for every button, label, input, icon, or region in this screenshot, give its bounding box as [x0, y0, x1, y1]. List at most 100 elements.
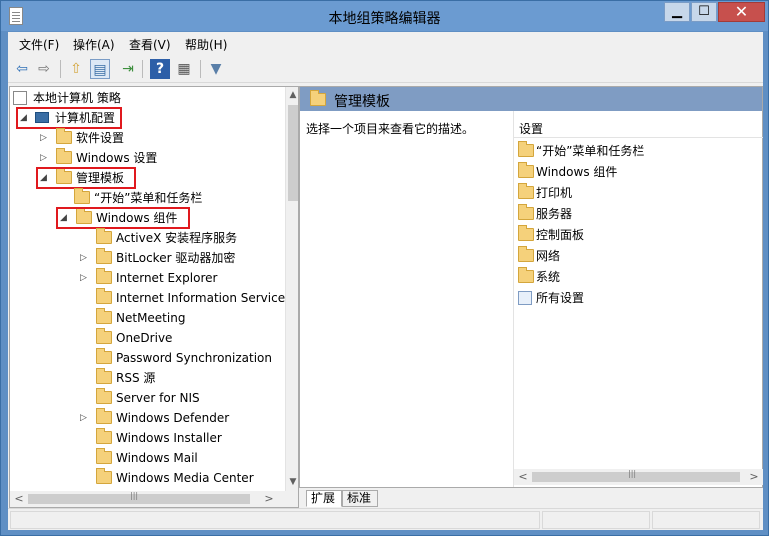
window-title: 本地组策略编辑器	[328, 11, 441, 27]
folder-icon	[518, 204, 534, 220]
main-content: 本地计算机 策略 ◢ 计算机配置 ▷ 软件设置 ▷ Windows 设置 ◢ 管…	[8, 83, 763, 508]
filter-icon[interactable]: ▼	[206, 59, 226, 79]
folder-icon	[74, 188, 90, 204]
tree-item[interactable]: Windows Mail	[78, 448, 288, 468]
folder-icon	[96, 348, 112, 364]
close-button[interactable]: ✕	[718, 2, 765, 22]
list-item[interactable]: 所有设置	[514, 288, 754, 308]
tree-item-software-settings[interactable]: ▷ 软件设置	[38, 128, 268, 148]
tree-item[interactable]: OneDrive	[78, 328, 288, 348]
expand-icon[interactable]: ▷	[80, 408, 90, 428]
tree-vertical-scrollbar[interactable]: ▲ ▼	[285, 87, 298, 491]
tree-item[interactable]: ▷ Internet Explorer	[78, 268, 288, 288]
tree-item-label: Server for NIS	[116, 391, 200, 405]
tree-item-root[interactable]: 本地计算机 策略	[13, 88, 273, 108]
folder-icon	[518, 246, 534, 262]
list-item[interactable]: “开始”菜单和任务栏	[514, 141, 754, 161]
back-arrow-icon[interactable]: ⇦	[12, 59, 32, 79]
menu-help[interactable]: 帮助(H)	[185, 36, 227, 53]
folder-icon	[56, 148, 72, 164]
scroll-thumb[interactable]	[288, 105, 298, 201]
tree-item[interactable]: Windows Media Center	[78, 468, 288, 488]
scroll-thumb[interactable]: |||	[532, 469, 740, 482]
list-item[interactable]: 打印机	[514, 183, 754, 203]
scroll-left-icon[interactable]: <	[12, 492, 26, 505]
help-icon[interactable]: ?	[150, 59, 170, 79]
tab-extended[interactable]: 扩展	[306, 490, 342, 507]
menu-action[interactable]: 操作(A)	[73, 36, 115, 53]
list-item-label: Windows 组件	[536, 165, 618, 179]
up-folder-icon[interactable]: ⇧	[66, 59, 86, 79]
list-item-label: 打印机	[536, 186, 573, 200]
expand-icon[interactable]: ▷	[40, 148, 50, 168]
highlight-box-admin-templates	[36, 167, 136, 189]
toolbar-separator	[60, 60, 61, 78]
folder-icon	[518, 162, 534, 178]
title-bar[interactable]: 本地组策略编辑器 ▁ ☐ ✕	[1, 1, 768, 31]
tree-item-label: Windows Defender	[116, 411, 230, 425]
scroll-right-icon[interactable]: >	[747, 470, 761, 483]
status-cell	[542, 511, 650, 529]
tree-item[interactable]: Password Synchronization	[78, 348, 288, 368]
tree-item[interactable]: ▷ Windows Defender	[78, 408, 288, 428]
status-bar	[8, 508, 763, 530]
folder-icon	[96, 308, 112, 324]
tree-item-label: Internet Explorer	[116, 271, 218, 285]
app-window: 本地组策略编辑器 ▁ ☐ ✕ 文件(F) 操作(A) 查看(V) 帮助(H) ⇦…	[0, 0, 769, 536]
tree-item[interactable]: Internet Information Services	[78, 288, 291, 308]
settings-icon	[518, 291, 532, 305]
column-header-settings[interactable]: 设置	[514, 117, 763, 138]
toolbar-separator	[200, 60, 201, 78]
list-item[interactable]: 控制面板	[514, 225, 754, 245]
list-item[interactable]: 系统	[514, 267, 754, 287]
folder-icon	[96, 288, 112, 304]
scroll-left-icon[interactable]: <	[516, 470, 530, 483]
list-item[interactable]: 网络	[514, 246, 754, 266]
scroll-right-icon[interactable]: >	[262, 492, 276, 505]
tree-horizontal-scrollbar[interactable]: < ||| >	[10, 491, 298, 507]
folder-icon	[56, 128, 72, 144]
folder-icon	[96, 468, 112, 484]
folder-icon	[96, 228, 112, 244]
folder-icon	[96, 428, 112, 444]
tree-item[interactable]: NetMeeting	[78, 308, 288, 328]
highlight-box-windows-components	[56, 207, 190, 229]
expand-icon[interactable]: ▷	[80, 248, 90, 268]
list-item-label: 系统	[536, 270, 561, 284]
folder-icon	[96, 408, 112, 424]
tree-item-start-menu[interactable]: “开始”菜单和任务栏	[74, 188, 274, 208]
tree-item-label: Windows Installer	[116, 431, 222, 445]
tree-item[interactable]: Windows Installer	[78, 428, 288, 448]
tab-standard[interactable]: 标准	[342, 490, 378, 507]
details-header: 管理模板	[300, 87, 762, 111]
folder-icon	[96, 448, 112, 464]
details-header-title: 管理模板	[334, 94, 390, 110]
scroll-down-icon[interactable]: ▼	[286, 477, 298, 487]
show-hide-tree-icon[interactable]: ▤	[90, 59, 110, 79]
minimize-button[interactable]: ▁	[664, 2, 690, 22]
tree-item[interactable]: RSS 源	[78, 368, 288, 388]
properties-icon[interactable]: ▦	[174, 59, 194, 79]
expand-icon[interactable]: ▷	[40, 128, 50, 148]
scroll-up-icon[interactable]: ▲	[286, 90, 298, 100]
list-horizontal-scrollbar[interactable]: < ||| >	[514, 469, 763, 485]
tree-item-label: ActiveX 安装程序服务	[116, 231, 238, 245]
tree-item[interactable]: ActiveX 安装程序服务	[78, 228, 288, 248]
forward-arrow-icon[interactable]: ⇨	[34, 59, 54, 79]
description-text: 选择一个项目来查看它的描述。	[306, 122, 475, 136]
tree-item-label: RSS 源	[116, 371, 156, 385]
list-item[interactable]: 服务器	[514, 204, 754, 224]
tree-item-windows-settings[interactable]: ▷ Windows 设置	[38, 148, 268, 168]
list-item[interactable]: Windows 组件	[514, 162, 754, 182]
menu-file[interactable]: 文件(F)	[19, 36, 59, 53]
expand-icon[interactable]: ▷	[80, 268, 90, 288]
folder-icon	[96, 388, 112, 404]
scroll-thumb[interactable]: |||	[28, 491, 250, 504]
tree-item-label: BitLocker 驱动器加密	[116, 251, 236, 265]
folder-icon	[96, 328, 112, 344]
maximize-button[interactable]: ☐	[691, 2, 717, 22]
tree-item[interactable]: Server for NIS	[78, 388, 288, 408]
tree-item[interactable]: ▷ BitLocker 驱动器加密	[78, 248, 288, 268]
export-list-icon[interactable]: ⇥	[118, 59, 138, 79]
menu-view[interactable]: 查看(V)	[129, 36, 171, 53]
